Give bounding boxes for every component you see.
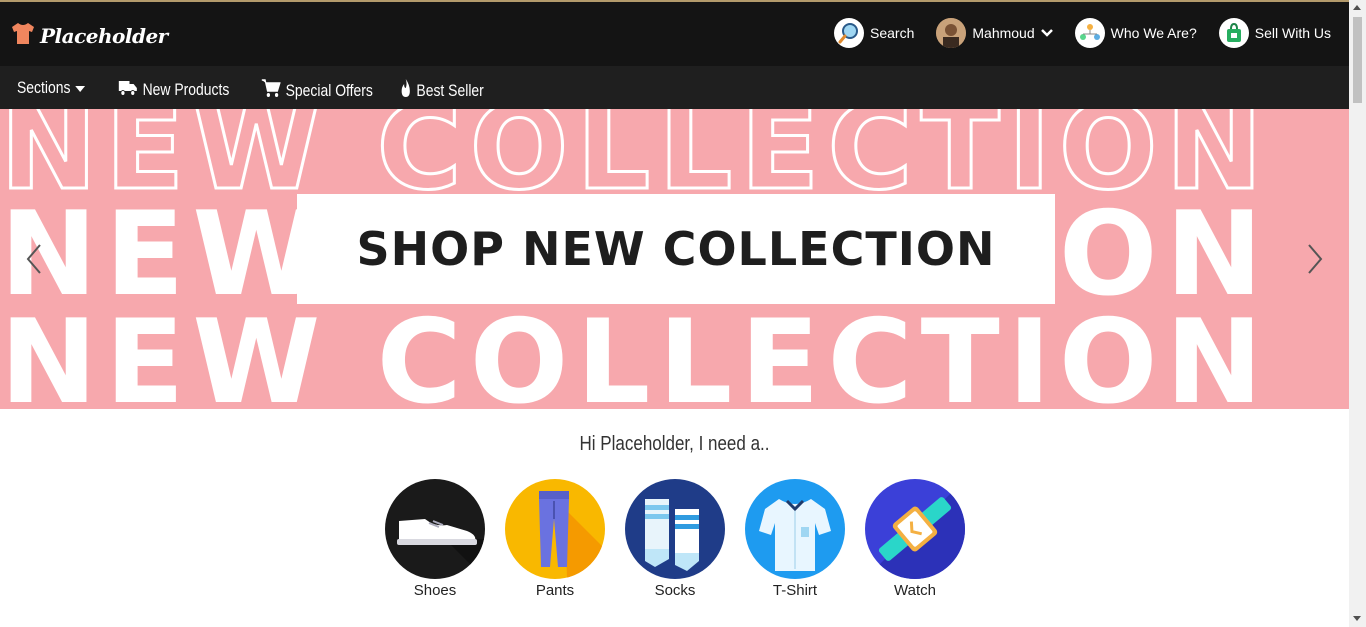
special-offers-label: Special Offers <box>285 80 373 100</box>
scroll-up-icon[interactable] <box>1353 5 1361 10</box>
banner-title-box: SHOP NEW COLLECTION <box>297 194 1055 304</box>
chevron-right-icon <box>1308 244 1323 274</box>
chevron-down-icon <box>1040 25 1053 41</box>
greeting-text: Hi Placeholder, I need a.. <box>579 433 770 455</box>
special-offers-link[interactable]: Special Offers <box>261 78 373 103</box>
carousel-next-button[interactable] <box>1305 242 1325 276</box>
caret-down-icon <box>75 78 86 98</box>
category-label: T-Shirt <box>772 582 818 599</box>
user-menu[interactable]: Mahmoud <box>936 18 1053 48</box>
avatar <box>936 18 967 48</box>
category-socks[interactable]: Socks <box>625 479 725 599</box>
shoe-icon <box>385 479 485 579</box>
watch-icon <box>865 479 965 579</box>
tshirt-icon <box>745 479 845 579</box>
who-we-are-label: Who We Are? <box>1110 25 1197 41</box>
search-label: Search <box>870 25 915 41</box>
sections-dropdown[interactable]: Sections <box>17 78 86 98</box>
socks-icon <box>625 479 725 579</box>
category-label: Shoes <box>413 582 457 599</box>
sell-with-us-link[interactable]: Sell With Us <box>1218 18 1331 48</box>
best-seller-label: Best Seller <box>416 80 484 100</box>
header-nav: Search Mahmoud Who We Are? Sell With Us <box>834 18 1331 48</box>
search-link[interactable]: Search <box>834 18 914 48</box>
fire-icon <box>400 78 411 103</box>
category-label: Socks <box>654 582 696 599</box>
team-icon <box>1074 18 1105 48</box>
search-icon <box>834 18 865 48</box>
banner-title: SHOP NEW COLLECTION <box>356 222 996 276</box>
shopping-bag-icon <box>1218 18 1249 48</box>
category-label: Pants <box>535 582 575 599</box>
logo-text: Placeholder <box>40 23 168 48</box>
scrollbar-thumb[interactable] <box>1353 17 1362 103</box>
category-navbar: Sections New Products Special Offers Bes… <box>0 66 1349 109</box>
pants-icon <box>505 479 605 579</box>
hero-carousel[interactable]: NEW COLLECTION NEW COLLECTION NEW COLLEC… <box>0 109 1349 409</box>
category-label: Watch <box>894 582 936 599</box>
new-products-label: New Products <box>142 79 230 99</box>
cart-icon <box>261 78 281 103</box>
top-navbar: Placeholder Search Mahmoud Who We Are? S… <box>0 0 1349 66</box>
carousel-prev-button[interactable] <box>24 242 44 276</box>
who-we-are-link[interactable]: Who We Are? <box>1074 18 1197 48</box>
new-products-link[interactable]: New Products <box>118 78 229 101</box>
scroll-down-icon[interactable] <box>1353 616 1361 621</box>
category-list: Shoes Pants Socks T-Shirt Watch <box>385 479 965 599</box>
logo[interactable]: Placeholder <box>10 20 168 51</box>
category-watch[interactable]: Watch <box>865 479 965 599</box>
best-seller-link[interactable]: Best Seller <box>400 78 484 103</box>
sections-label: Sections <box>17 78 71 97</box>
vertical-scrollbar[interactable] <box>1349 0 1366 627</box>
user-name: Mahmoud <box>972 25 1035 41</box>
banner-bg-text-solid-2: NEW COLLECTION <box>0 295 1271 410</box>
category-pants[interactable]: Pants <box>505 479 605 599</box>
tshirt-logo-icon <box>10 20 36 51</box>
chevron-left-icon <box>26 244 41 274</box>
category-tshirt[interactable]: T-Shirt <box>745 479 845 599</box>
category-shoes[interactable]: Shoes <box>385 479 485 599</box>
truck-icon <box>118 78 138 101</box>
page: Placeholder Search Mahmoud Who We Are? S… <box>0 0 1349 627</box>
sell-with-us-label: Sell With Us <box>1254 25 1331 41</box>
